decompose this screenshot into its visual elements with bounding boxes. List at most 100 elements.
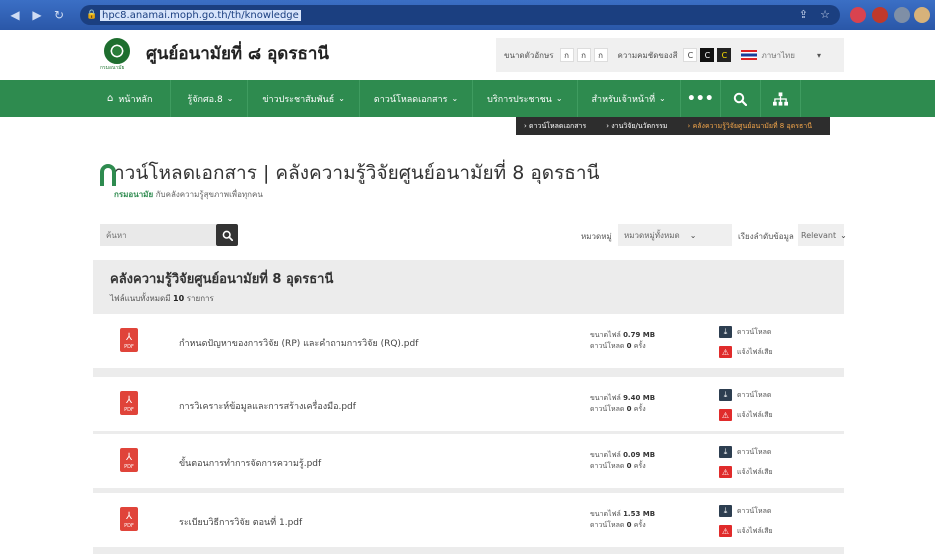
- file-name-link[interactable]: การวิเคราะห์ข้อมูลและการสร้างเครื่องมือ.…: [179, 399, 356, 413]
- share-icon[interactable]: ⇪: [799, 8, 808, 21]
- download-button[interactable]: ⤓ ดาวน์โหลด: [719, 505, 771, 517]
- forward-icon[interactable]: ▶: [28, 6, 46, 24]
- report-broken-button[interactable]: ⚠ แจ้งไฟล์เสีย: [719, 466, 773, 478]
- nav-item-home[interactable]: ⌂ หน้าหลัก: [93, 80, 172, 117]
- chevron-down-icon: ⌄: [451, 94, 459, 103]
- pdf-icon: ⅄ PDF: [120, 328, 138, 352]
- font-size-label: ขนาดตัวอักษร: [504, 50, 554, 60]
- file-meta: ขนาดไฟล์ 1.53 MB ดาวน์โหลด 0 ครั้ง: [590, 510, 656, 529]
- nav-item-label: ดาวน์โหลดเอกสาร: [373, 94, 448, 105]
- file-row: ⅄ PDF กำหนดปัญหาของการวิจัย (RP) และคำถาม…: [93, 314, 844, 370]
- contrast-dark-button[interactable]: C: [700, 48, 715, 62]
- nav-item-label: รู้จักศอ.8: [187, 94, 223, 105]
- accessibility-tools: ขนาดตัวอักษร ก ก ก ความคมชัดของสี C C C …: [496, 38, 844, 72]
- file-meta: ขนาดไฟล์ 9.40 MB ดาวน์โหลด 0 ครั้ง: [590, 394, 656, 413]
- site-logo[interactable]: [104, 38, 130, 64]
- reload-icon[interactable]: ↻: [50, 6, 68, 24]
- download-icon: ⤓: [719, 326, 732, 338]
- file-name-link[interactable]: ระเบียบวิธีการวิจัย ตอนที่ 1.pdf: [179, 515, 302, 529]
- nav-item-staff[interactable]: สำหรับเจ้าหน้าที่ ⌄: [578, 80, 681, 117]
- bookmark-star-icon[interactable]: ☆: [820, 8, 830, 21]
- chevron-down-icon: ⌄: [840, 230, 847, 240]
- file-row: ⅄ PDF ขั้นตอนการทำการจัดการความรู้.pdf ขน…: [93, 434, 844, 490]
- report-broken-button[interactable]: ⚠ แจ้งไฟล์เสีย: [719, 525, 773, 537]
- thai-flag-icon: [741, 50, 758, 60]
- breadcrumb-item[interactable]: › งานวิจัย/นวัตกรรม: [606, 121, 677, 132]
- font-size-small-button[interactable]: ก: [559, 48, 574, 62]
- download-button[interactable]: ⤓ ดาวน์โหลด: [719, 446, 771, 458]
- file-row: ⅄ PDF ระเบียบวิธีการวิจัย ตอนที่ 1.pdf ขน…: [93, 493, 844, 549]
- panel-title: คลังความรู้วิจัยศูนย์อนามัยที่ 8 อุดรธาน…: [110, 272, 334, 287]
- browser-toolbar: ◀ ▶ ↻ 🔒 hpc8.anamai.moph.go.th/th/knowle…: [0, 0, 935, 30]
- chevron-down-icon: ⌄: [338, 94, 345, 103]
- chevron-down-icon: ⌄: [226, 94, 234, 103]
- nav-item-downloads[interactable]: ดาวน์โหลดเอกสาร ⌄: [360, 80, 474, 117]
- sort-label: เรียงลำดับข้อมูล: [738, 232, 794, 241]
- sitemap-icon[interactable]: [761, 80, 801, 117]
- nav-item-services[interactable]: บริการประชาชน ⌄: [473, 80, 578, 117]
- breadcrumb-item[interactable]: › ดาวน์โหลดเอกสาร: [524, 121, 596, 132]
- contrast-yellow-button[interactable]: C: [717, 48, 732, 62]
- home-icon: ⌂: [107, 93, 114, 104]
- contrast-normal-button[interactable]: C: [683, 48, 698, 62]
- report-broken-button[interactable]: ⚠ แจ้งไฟล์เสีย: [719, 409, 773, 421]
- search-icon: [222, 230, 233, 241]
- url-text[interactable]: hpc8.anamai.moph.go.th/th/knowledge: [100, 9, 301, 21]
- file-meta: ขนาดไฟล์ 0.09 MB ดาวน์โหลด 0 ครั้ง: [590, 451, 656, 470]
- nav-item-label: ข่าวประชาสัมพันธ์: [262, 94, 335, 105]
- sort-select-value: Relevant: [801, 230, 837, 240]
- file-meta: ขนาดไฟล์ 0.79 MB ดาวน์โหลด 0 ครั้ง: [590, 331, 656, 350]
- download-icon: ⤓: [719, 446, 732, 458]
- chevron-down-icon: ⌄: [659, 94, 666, 103]
- warning-icon: ⚠: [719, 409, 732, 421]
- pdf-icon: ⅄ PDF: [120, 391, 138, 415]
- download-button[interactable]: ⤓ ดาวน์โหลด: [719, 389, 771, 401]
- file-name-link[interactable]: ขั้นตอนการทำการจัดการความรู้.pdf: [179, 456, 321, 470]
- font-size-large-button[interactable]: ก: [593, 48, 608, 62]
- warning-icon: ⚠: [719, 466, 732, 478]
- category-label: หมวดหมู่: [581, 232, 612, 241]
- download-button[interactable]: ⤓ ดาวน์โหลด: [719, 326, 771, 338]
- extension-adblock-icon[interactable]: [850, 7, 866, 23]
- chevron-down-icon[interactable]: ▾: [817, 51, 821, 60]
- chevron-down-icon: ⌄: [555, 94, 563, 103]
- pdf-icon: ⅄ PDF: [120, 448, 138, 472]
- warning-icon: ⚠: [719, 525, 732, 537]
- download-icon: ⤓: [719, 505, 732, 517]
- more-menu-button[interactable]: •••: [681, 80, 721, 117]
- files-panel: คลังความรู้วิจัยศูนย์อนามัยที่ 8 อุดรธาน…: [93, 260, 844, 554]
- nav-item-label: สำหรับเจ้าหน้าที่: [591, 94, 656, 105]
- address-bar[interactable]: 🔒 hpc8.anamai.moph.go.th/th/knowledge ⇪ …: [80, 5, 840, 25]
- font-size-medium-button[interactable]: ก: [576, 48, 591, 62]
- file-count: ไฟล์แนบทั้งหมดมี 10 รายการ: [110, 294, 214, 303]
- main-nav: ⌂ หน้าหลัก รู้จักศอ.8 ⌄ ข่าวประชาสัมพันธ…: [0, 80, 935, 117]
- language-select[interactable]: ภาษาไทย: [761, 49, 795, 62]
- site-title[interactable]: ศูนย์อนามัยที่ ๘ อุดรธานี: [146, 40, 329, 67]
- breadcrumb: › ดาวน์โหลดเอกสาร › งานวิจัย/นวัตกรรม › …: [516, 117, 830, 135]
- nav-item-label: หน้าหลัก: [118, 94, 153, 105]
- extension-icon[interactable]: [872, 7, 888, 23]
- file-name-link[interactable]: กำหนดปัญหาของการวิจัย (RP) และคำถามการวิ…: [179, 336, 418, 350]
- search-icon[interactable]: [721, 80, 761, 117]
- nav-item-about[interactable]: รู้จักศอ.8 ⌄: [171, 80, 249, 117]
- contrast-label: ความคมชัดของสี: [617, 50, 678, 60]
- pdf-icon: ⅄ PDF: [120, 507, 138, 531]
- chevron-down-icon: ⌄: [689, 230, 697, 240]
- extension-puzzle-icon[interactable]: [894, 7, 910, 23]
- sort-select[interactable]: Relevant ⌄: [798, 224, 847, 246]
- search-button[interactable]: [216, 224, 238, 246]
- report-broken-button[interactable]: ⚠ แจ้งไฟล์เสีย: [719, 346, 773, 358]
- back-icon[interactable]: ◀: [6, 6, 24, 24]
- search-input[interactable]: [100, 224, 216, 246]
- nav-item-news[interactable]: ข่าวประชาสัมพันธ์ ⌄: [248, 80, 360, 117]
- warning-icon: ⚠: [719, 346, 732, 358]
- category-select-value: หมวดหมู่ทั้งหมด: [624, 230, 680, 240]
- category-select[interactable]: หมวดหมู่ทั้งหมด ⌄: [618, 224, 732, 246]
- lock-icon: 🔒: [86, 10, 98, 20]
- profile-avatar[interactable]: [914, 7, 930, 23]
- breadcrumb-current: › คลังความรู้วิจัยศูนย์อนามัยที่ 8 อุดรธ…: [687, 121, 812, 130]
- nav-item-label: บริการประชาชน: [487, 94, 552, 105]
- page-title: าวน์โหลดเอกสาร | คลังความรู้วิจัยศูนย์อน…: [114, 162, 600, 184]
- download-icon: ⤓: [719, 389, 732, 401]
- file-row: ⅄ PDF การวิเคราะห์ข้อมูลและการสร้างเครื่อ…: [93, 377, 844, 433]
